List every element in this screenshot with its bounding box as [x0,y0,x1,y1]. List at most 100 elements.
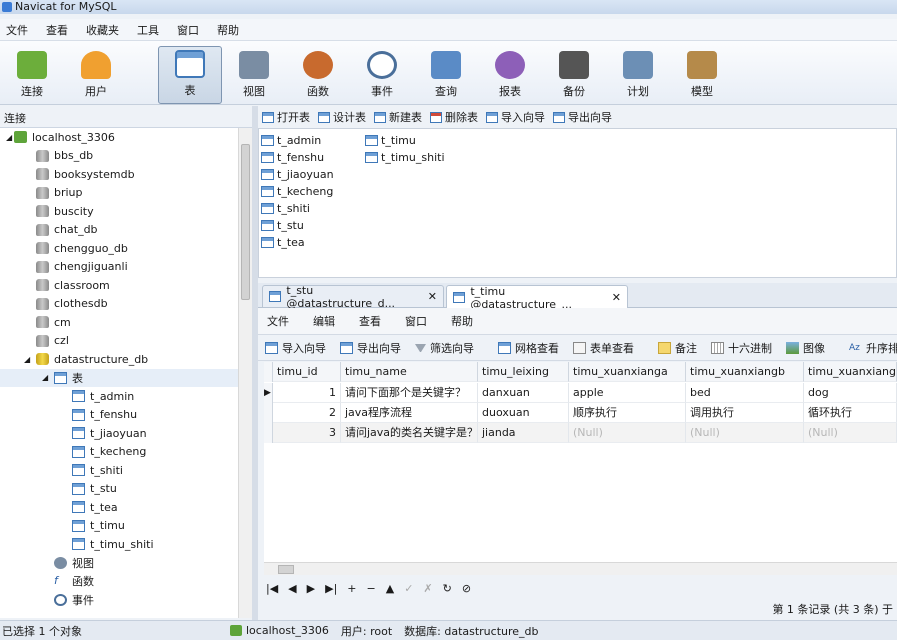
column-header[interactable]: timu_leixing [478,362,569,382]
toolbar-user-button[interactable]: 用户 [64,46,128,104]
export-wizard-button[interactable]: 导出向导 [553,109,612,125]
design-table-button[interactable]: 设计表 [318,109,366,125]
table-menu-window[interactable]: 窗口 [405,313,427,329]
previous-record-button[interactable]: ◀ [288,582,296,595]
grid-scroll-thumb[interactable] [278,565,294,574]
close-icon[interactable]: ✕ [428,290,437,303]
toolbar-report-button[interactable]: 报表 [478,46,542,104]
cell[interactable]: danxuan [478,383,569,403]
open-table-button[interactable]: 打开表 [262,109,310,125]
sort-asc-button[interactable]: Az升序排序 [849,340,897,356]
menu-tools[interactable]: 工具 [137,22,159,38]
tree-scrollbar[interactable] [238,128,252,618]
object-item[interactable]: t_admin [261,132,321,148]
object-item[interactable]: t_tea [261,234,305,250]
cell[interactable]: 调用执行 [686,403,804,423]
tree-table[interactable]: t_jiaoyuan [0,424,238,443]
table-row[interactable]: 3 请问java的类名关键字是？ jianda (Null) (Null) (N… [264,423,897,443]
tree-table[interactable]: t_stu [0,480,238,499]
tree-tables-folder[interactable]: ◢ 表 [0,368,238,387]
add-record-button[interactable]: + [347,582,356,595]
grid-view-button[interactable]: 网格查看 [498,340,559,356]
tree-db[interactable]: czl [0,332,238,351]
move-up-button[interactable]: ▲ [386,582,394,595]
cell[interactable]: bed [686,383,804,403]
cell[interactable]: (Null) [686,423,804,443]
table-row[interactable]: ▶ 1 请问下面那个是关键字？ danxuan apple bed dog [264,383,897,403]
expand-icon[interactable]: ◢ [42,373,54,382]
column-header[interactable]: timu_xuanxiangc [804,362,897,382]
first-record-button[interactable]: |◀ [266,582,278,595]
column-header[interactable]: timu_xuanxianga [569,362,686,382]
toolbar-query-button[interactable]: 查询 [414,46,478,104]
column-header[interactable]: timu_xuanxiangb [686,362,804,382]
cell[interactable]: 顺序执行 [569,403,686,423]
tree-views[interactable]: 视图 [0,554,238,573]
memo-button[interactable]: 备注 [658,340,697,356]
column-header[interactable]: timu_name [341,362,478,382]
object-item[interactable]: t_kecheng [261,183,333,199]
grid-import-button[interactable]: 导入向导 [265,340,326,356]
tree-functions[interactable]: f 函数 [0,572,238,591]
tree-db-open[interactable]: ◢ datastructure_db [0,350,238,369]
apply-button[interactable]: ✓ [404,582,413,595]
refresh-button[interactable]: ↻ [443,582,452,595]
grid-export-button[interactable]: 导出向导 [340,340,401,356]
new-table-button[interactable]: 新建表 [374,109,422,125]
menu-window[interactable]: 窗口 [177,22,199,38]
tree-db[interactable]: chengguo_db [0,239,238,258]
cell[interactable]: duoxuan [478,403,569,423]
cell[interactable]: 1 [273,383,341,403]
cell[interactable]: 请问java的类名关键字是？ [341,423,478,443]
tree-table[interactable]: t_shiti [0,461,238,480]
tree-db[interactable]: classroom [0,276,238,295]
tree-db[interactable]: cm [0,313,238,332]
form-view-button[interactable]: 表单查看 [573,340,634,356]
tree-db[interactable]: briup [0,184,238,203]
tab-t-stu[interactable]: t_stu @datastructure_d... ✕ [262,284,444,310]
tree-scroll-thumb[interactable] [241,144,250,300]
object-item[interactable]: t_jiaoyuan [261,166,334,182]
expand-icon[interactable]: ◢ [24,355,36,364]
import-wizard-button[interactable]: 导入向导 [486,109,545,125]
tree-table[interactable]: t_tea [0,498,238,517]
cell[interactable]: apple [569,383,686,403]
toolbar-connect-button[interactable]: 连接 [0,46,64,104]
toolbar-function-button[interactable]: 函数 [286,46,350,104]
next-record-button[interactable]: ▶ [307,582,315,595]
cell[interactable]: 循环执行 [804,403,897,423]
last-record-button[interactable]: ▶| [325,582,337,595]
tree-db[interactable]: clothesdb [0,295,238,314]
column-header[interactable]: timu_id [273,362,341,382]
hex-button[interactable]: 十六进制 [711,340,772,356]
discard-button[interactable]: ✗ [423,582,432,595]
menu-help[interactable]: 帮助 [217,22,239,38]
toolbar-view-button[interactable]: 视图 [222,46,286,104]
tree-db[interactable]: booksystemdb [0,165,238,184]
object-item[interactable]: t_stu [261,217,304,233]
cell[interactable]: jianda [478,423,569,443]
menu-view[interactable]: 查看 [46,22,68,38]
tree-events[interactable]: 事件 [0,591,238,610]
tab-t-timu[interactable]: t_timu @datastructure_... ✕ [446,285,628,311]
image-button[interactable]: 图像 [786,340,825,356]
cell[interactable]: (Null) [804,423,897,443]
cell[interactable]: 2 [273,403,341,423]
menu-file[interactable]: 文件 [6,22,28,38]
tree-db[interactable]: buscity [0,202,238,221]
delete-table-button[interactable]: 删除表 [430,109,478,125]
cell[interactable]: dog [804,383,897,403]
tree-table[interactable]: t_admin [0,387,238,406]
tree-table[interactable]: t_kecheng [0,443,238,462]
toolbar-schedule-button[interactable]: 计划 [606,46,670,104]
close-icon[interactable]: ✕ [612,291,621,304]
table-row[interactable]: 2 java程序流程 duoxuan 顺序执行 调用执行 循环执行 [264,403,897,423]
toolbar-table-button[interactable]: 表 [158,46,222,104]
object-item[interactable]: t_shiti [261,200,310,216]
tree-db[interactable]: chengjiguanli [0,258,238,277]
grid-horizontal-scrollbar[interactable] [264,562,897,575]
tree-db[interactable]: bbs_db [0,147,238,166]
cell[interactable]: java程序流程 [341,403,478,423]
table-menu-view[interactable]: 查看 [359,313,381,329]
expand-icon[interactable]: ◢ [6,133,14,142]
